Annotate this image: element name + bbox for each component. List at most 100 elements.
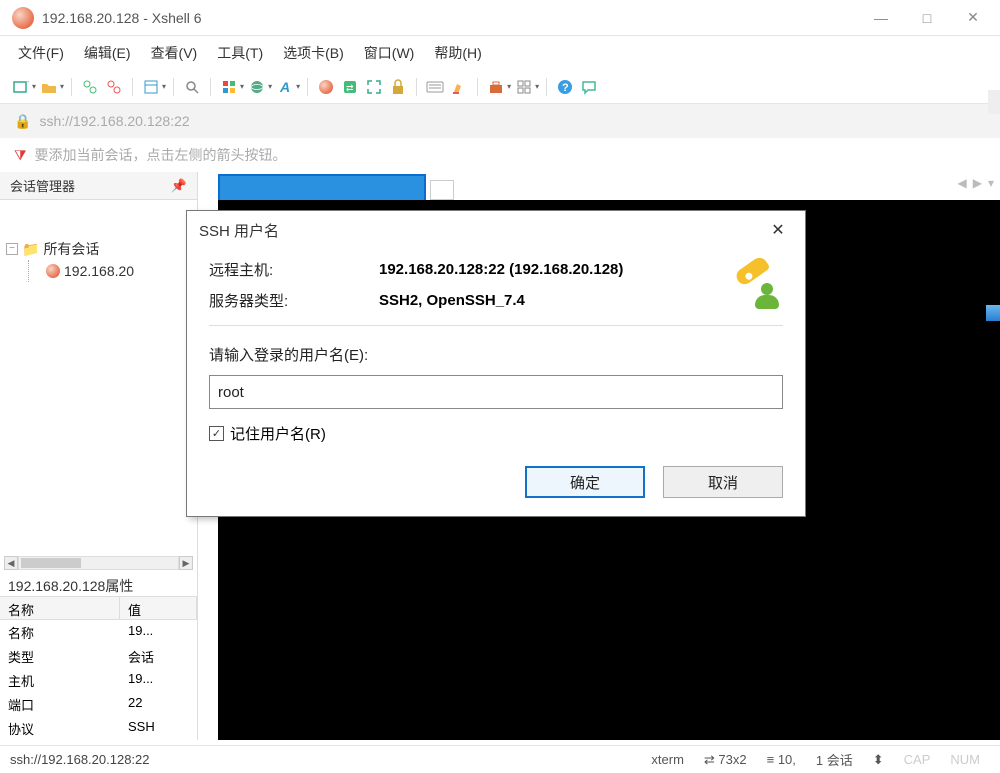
address-bar[interactable]: 🔒 ssh://192.168.20.128:22 bbox=[0, 104, 1000, 138]
scroll-thumb[interactable] bbox=[21, 558, 81, 568]
menu-tools[interactable]: 工具(T) bbox=[213, 39, 267, 67]
scroll-track[interactable] bbox=[18, 556, 179, 570]
ok-button[interactable]: 确定 bbox=[525, 466, 645, 498]
separator bbox=[71, 78, 72, 96]
tree-root[interactable]: − 📁 所有会话 bbox=[6, 238, 191, 260]
new-session-icon[interactable]: + bbox=[10, 76, 32, 98]
folder-icon: 📁 bbox=[22, 241, 39, 258]
properties-icon[interactable] bbox=[140, 76, 162, 98]
tab-add-button[interactable] bbox=[430, 180, 454, 200]
keyboard-icon[interactable] bbox=[424, 76, 446, 98]
menu-window[interactable]: 窗口(W) bbox=[360, 39, 419, 67]
separator bbox=[173, 78, 174, 96]
chat-icon[interactable] bbox=[578, 76, 600, 98]
pin-icon[interactable]: 📌 bbox=[171, 178, 187, 194]
open-folder-icon[interactable] bbox=[38, 76, 60, 98]
close-button[interactable]: ✕ bbox=[950, 0, 996, 36]
remember-checkbox[interactable]: ✓ bbox=[209, 426, 224, 441]
session-manager-panel: 会话管理器 📌 − 📁 所有会话 192.168.20 ◀ ▶ 192.168.… bbox=[0, 172, 198, 740]
remember-label: 记住用户名(R) bbox=[230, 423, 326, 444]
separator bbox=[132, 78, 133, 96]
dropdown-icon[interactable]: ▾ bbox=[268, 82, 272, 91]
search-icon[interactable] bbox=[181, 76, 203, 98]
globe-icon[interactable] bbox=[246, 76, 268, 98]
prop-row: 类型会话 bbox=[0, 644, 197, 668]
dropdown-icon[interactable]: ▾ bbox=[296, 82, 300, 91]
help-icon[interactable]: ? bbox=[554, 76, 576, 98]
horizontal-scrollbar[interactable]: ◀ ▶ bbox=[0, 554, 197, 572]
status-cap: CAP bbox=[904, 752, 931, 767]
ssh-username-dialog: SSH 用户名 ✕ 远程主机: 192.168.20.128:22 (192.1… bbox=[186, 210, 806, 517]
menu-edit[interactable]: 编辑(E) bbox=[80, 39, 135, 67]
tab-prev-icon[interactable]: ◀ bbox=[958, 176, 967, 190]
key-user-icon bbox=[731, 259, 783, 311]
remember-username-row[interactable]: ✓ 记住用户名(R) bbox=[209, 423, 783, 444]
scroll-right-icon[interactable]: ▶ bbox=[179, 556, 193, 570]
status-url: ssh://192.168.20.128:22 bbox=[10, 752, 150, 767]
properties-title: 192.168.20.128属性 bbox=[0, 572, 197, 596]
tab-nav: ◀ ▶ ▾ bbox=[958, 176, 995, 190]
status-pos: ≡ 10, bbox=[767, 752, 796, 767]
separator bbox=[477, 78, 478, 96]
properties-body: 名称19... 类型会话 主机19... 端口22 协议SSH bbox=[0, 620, 197, 740]
maximize-button[interactable]: □ bbox=[904, 0, 950, 36]
tile-icon[interactable] bbox=[513, 76, 535, 98]
session-icon bbox=[46, 264, 60, 278]
server-type-value: SSH2, OpenSSH_7.4 bbox=[379, 292, 783, 309]
lock-icon: 🔒 bbox=[14, 113, 31, 130]
reconnect-icon[interactable] bbox=[79, 76, 101, 98]
minimize-button[interactable]: — bbox=[858, 0, 904, 36]
dialog-buttons: 确定 取消 bbox=[209, 466, 783, 498]
tab-active[interactable] bbox=[218, 174, 426, 200]
dialog-close-button[interactable]: ✕ bbox=[763, 215, 793, 245]
clipped-icon bbox=[986, 305, 1000, 321]
highlight-icon[interactable] bbox=[448, 76, 470, 98]
tab-menu-icon[interactable]: ▾ bbox=[988, 176, 994, 190]
menu-tabs[interactable]: 选项卡(B) bbox=[279, 39, 348, 67]
separator bbox=[416, 78, 417, 96]
tree-session-item[interactable]: 192.168.20 bbox=[6, 260, 191, 282]
xshell-icon[interactable] bbox=[315, 76, 337, 98]
dropdown-icon[interactable]: ▾ bbox=[535, 82, 539, 91]
dialog-title: SSH 用户名 bbox=[199, 220, 279, 241]
menu-file[interactable]: 文件(F) bbox=[14, 39, 68, 67]
flag-icon[interactable]: ⧩ bbox=[14, 147, 27, 164]
dropdown-icon[interactable]: ▾ bbox=[507, 82, 511, 91]
tab-next-icon[interactable]: ▶ bbox=[973, 176, 982, 190]
server-type-label: 服务器类型: bbox=[209, 290, 379, 311]
window-title: 192.168.20.128 - Xshell 6 bbox=[42, 10, 858, 26]
separator bbox=[210, 78, 211, 96]
session-label: 192.168.20 bbox=[64, 263, 134, 279]
lock-icon[interactable] bbox=[387, 76, 409, 98]
dropdown-icon[interactable]: ▾ bbox=[32, 82, 36, 91]
username-input[interactable] bbox=[209, 375, 783, 409]
dropdown-icon[interactable]: ▾ bbox=[162, 82, 166, 91]
all-sessions-label: 所有会话 bbox=[43, 239, 99, 259]
scroll-left-icon[interactable]: ◀ bbox=[4, 556, 18, 570]
col-value[interactable]: 值 bbox=[120, 597, 197, 619]
col-name[interactable]: 名称 bbox=[0, 597, 120, 619]
collapse-icon[interactable]: − bbox=[6, 243, 18, 255]
session-tree[interactable]: − 📁 所有会话 192.168.20 bbox=[0, 200, 197, 554]
menu-view[interactable]: 查看(V) bbox=[147, 39, 202, 67]
status-updown-icon[interactable]: ⬍ bbox=[873, 752, 884, 768]
cancel-button[interactable]: 取消 bbox=[663, 466, 783, 498]
fullscreen-icon[interactable] bbox=[363, 76, 385, 98]
remote-host-label: 远程主机: bbox=[209, 259, 379, 280]
disconnect-icon[interactable] bbox=[103, 76, 125, 98]
color-icon[interactable] bbox=[218, 76, 240, 98]
address-url: ssh://192.168.20.128:22 bbox=[39, 113, 189, 129]
title-bar: 192.168.20.128 - Xshell 6 — □ ✕ bbox=[0, 0, 1000, 36]
tab-strip bbox=[218, 172, 454, 200]
session-manager-header: 会话管理器 📌 bbox=[0, 172, 197, 200]
svg-text:?: ? bbox=[562, 82, 569, 94]
dropdown-icon[interactable]: ▾ bbox=[60, 82, 64, 91]
dialog-titlebar: SSH 用户名 ✕ bbox=[187, 211, 805, 249]
dropdown-icon[interactable]: ▾ bbox=[240, 82, 244, 91]
toolbox-icon[interactable] bbox=[485, 76, 507, 98]
hint-text: 要添加当前会话，点击左侧的箭头按钮。 bbox=[35, 145, 287, 165]
font-icon[interactable]: A bbox=[274, 76, 296, 98]
xftp-icon[interactable]: ⇄ bbox=[339, 76, 361, 98]
menu-help[interactable]: 帮助(H) bbox=[430, 39, 485, 67]
prop-row: 端口22 bbox=[0, 692, 197, 716]
